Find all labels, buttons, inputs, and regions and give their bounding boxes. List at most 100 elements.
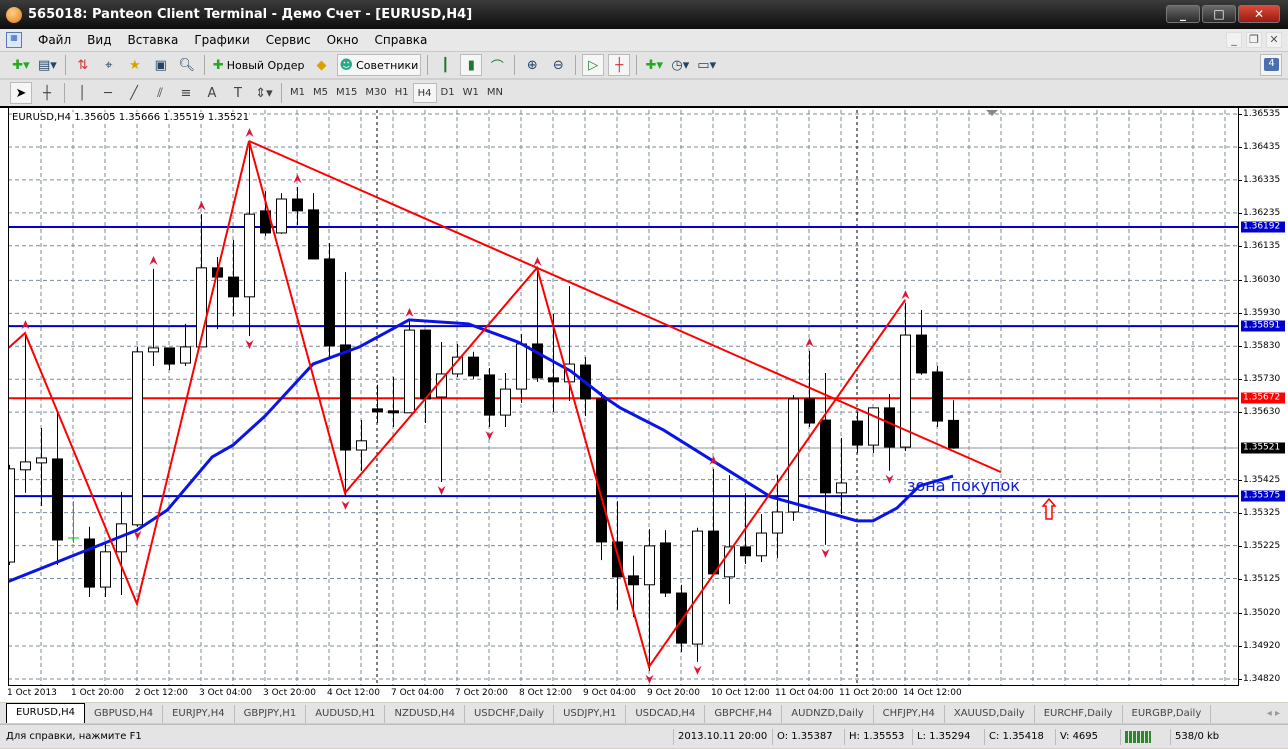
horizontal-line-icon[interactable]: ─: [97, 82, 119, 104]
price-tick-label: 1.35630: [1238, 407, 1281, 418]
navigator-icon[interactable]: ★: [124, 54, 146, 76]
strategy-tester-icon[interactable]: 🔍︎: [176, 54, 198, 76]
menu-charts[interactable]: Графики: [186, 33, 257, 47]
timeframe-m15[interactable]: M15: [332, 83, 361, 103]
chart-shift-icon[interactable]: ┼: [608, 54, 631, 76]
candle-body-bearish: [164, 347, 175, 365]
chart-tab[interactable]: GBPCHF,H4: [705, 705, 783, 723]
chart-tab[interactable]: CHFJPY,H4: [874, 705, 945, 723]
fractal-up-icon: [21, 320, 30, 330]
candle-body-bearish: [948, 419, 959, 449]
bar-chart-icon[interactable]: ┃: [434, 54, 456, 76]
timeframe-m1[interactable]: M1: [286, 83, 309, 103]
time-axis[interactable]: 1 Oct 2013 1 Oct 20:00 2 Oct 12:00 3 Oct 04…: [0, 686, 1288, 702]
menu-insert[interactable]: Вставка: [119, 33, 186, 47]
chart-tab[interactable]: XAUUSD,Daily: [945, 705, 1035, 723]
timeframe-w1[interactable]: W1: [459, 83, 483, 103]
market-watch-icon[interactable]: ⇅: [72, 54, 94, 76]
new-chart-icon[interactable]: ✚▾: [10, 54, 32, 76]
divider: [427, 55, 429, 75]
menu-view[interactable]: Вид: [79, 33, 119, 47]
auto-scroll-icon[interactable]: ▷: [582, 54, 605, 76]
status-high: H: 1.35553: [844, 729, 904, 745]
candle-body-bearish: [852, 420, 863, 446]
fractal-up-icon: [533, 256, 542, 266]
new-order-icon: ✚: [212, 57, 224, 73]
candle-body-bearish: [676, 592, 687, 644]
chart-tab[interactable]: EURUSD,H4: [6, 703, 86, 723]
fibonacci-icon[interactable]: ≡: [175, 82, 197, 104]
equidistant-channel-icon[interactable]: ⫽: [149, 82, 171, 104]
fractal-down-icon: [693, 665, 702, 675]
candle-body-bullish: [836, 482, 847, 494]
timeframe-mn[interactable]: MN: [483, 83, 507, 103]
menu-window[interactable]: Окно: [319, 33, 367, 47]
fractal-up-icon: [901, 290, 910, 300]
line-chart-icon[interactable]: ⌒: [486, 54, 508, 76]
chart-window[interactable]: EURUSD,H4 1.35605 1.35666 1.35519 1.3552…: [0, 106, 1288, 702]
price-axis[interactable]: 1.36535 1.36435 1.36335 1.36235 1.36135 1.360…: [1238, 108, 1288, 686]
periods-clock-icon[interactable]: ◷▾: [669, 54, 691, 76]
fractal-down-icon: [245, 340, 254, 350]
buy-zone-label[interactable]: зона покупок: [907, 476, 1020, 495]
candlestick-chart-icon[interactable]: ▮: [460, 54, 483, 76]
candle-body-bullish: [8, 468, 15, 563]
chart-tab[interactable]: USDCAD,H4: [626, 705, 706, 723]
time-tick-label: 4 Oct 12:00: [327, 688, 380, 698]
crosshair-icon[interactable]: ┼: [36, 82, 58, 104]
time-tick-label: 10 Oct 12:00: [711, 688, 770, 698]
data-window-icon[interactable]: ⌖: [98, 54, 120, 76]
candle-body-bearish: [308, 209, 319, 260]
mdi-close-button[interactable]: ✕: [1266, 32, 1282, 48]
profiles-icon[interactable]: ▤▾: [36, 54, 59, 76]
close-button[interactable]: ✕: [1238, 5, 1280, 23]
new-order-button[interactable]: ✚ Новый Ордер: [211, 54, 307, 76]
menu-help[interactable]: Справка: [367, 33, 436, 47]
minimize-button[interactable]: _: [1166, 5, 1200, 23]
terminal-icon[interactable]: ▣: [150, 54, 172, 76]
timeframe-h4[interactable]: H4: [412, 83, 437, 103]
chart-tab[interactable]: NZDUSD,H4: [385, 705, 465, 723]
timeframe-d1[interactable]: D1: [437, 83, 459, 103]
chart-tab[interactable]: EURJPY,H4: [163, 705, 235, 723]
timeframe-m5[interactable]: M5: [309, 83, 332, 103]
vertical-line-icon[interactable]: │: [71, 82, 93, 104]
time-tick-label: 2 Oct 12:00: [135, 688, 188, 698]
chart-tab[interactable]: GBPJPY,H1: [235, 705, 307, 723]
mdi-minimize-button[interactable]: _: [1226, 32, 1242, 48]
chart-tab[interactable]: USDCHF,Daily: [465, 705, 555, 723]
chart-tab[interactable]: EURCHF,Daily: [1035, 705, 1123, 723]
zoom-out-icon[interactable]: ⊖: [547, 54, 569, 76]
trendline-icon[interactable]: ╱: [123, 82, 145, 104]
indicators-icon[interactable]: ✚▾: [643, 54, 665, 76]
chart-window-icon[interactable]: ▦: [6, 32, 22, 48]
metaeditor-icon[interactable]: ◆: [311, 54, 333, 76]
tab-scroll-arrows[interactable]: ◂ ▸: [1267, 705, 1280, 723]
maximize-button[interactable]: □: [1202, 5, 1236, 23]
divider: [514, 55, 516, 75]
candle-body-bearish: [660, 542, 671, 594]
menu-file[interactable]: Файл: [30, 33, 79, 47]
chart-tab[interactable]: AUDUSD,H1: [306, 705, 386, 723]
chart-tab[interactable]: USDJPY,H1: [554, 705, 627, 723]
price-chart[interactable]: [8, 110, 1238, 686]
text-label-icon[interactable]: T: [227, 82, 249, 104]
templates-icon[interactable]: ▭▾: [695, 54, 718, 76]
messages-button[interactable]: 4: [1260, 54, 1282, 76]
arrows-icon[interactable]: ⇕▾: [253, 82, 275, 104]
timeframe-h1[interactable]: H1: [391, 83, 413, 103]
mdi-restore-button[interactable]: ❐: [1246, 32, 1262, 48]
title-bar: 565018: Panteon Client Terminal - Демо С…: [0, 0, 1288, 29]
chart-tab[interactable]: EURGBP,Daily: [1123, 705, 1212, 723]
zoom-in-icon[interactable]: ⊕: [521, 54, 543, 76]
timeframe-m30[interactable]: M30: [361, 83, 390, 103]
chart-tab[interactable]: GBPUSD,H4: [85, 705, 164, 723]
menu-tools[interactable]: Сервис: [258, 33, 319, 47]
experts-button[interactable]: ☻ Советники: [336, 54, 422, 76]
candle-body-bearish: [612, 541, 623, 578]
text-icon[interactable]: A: [201, 82, 223, 104]
fractal-up-icon: [149, 255, 158, 265]
chart-tab[interactable]: AUDNZD,Daily: [782, 705, 874, 723]
price-tick-label: 1.35325: [1238, 507, 1281, 518]
cursor-icon[interactable]: ➤: [10, 82, 32, 104]
